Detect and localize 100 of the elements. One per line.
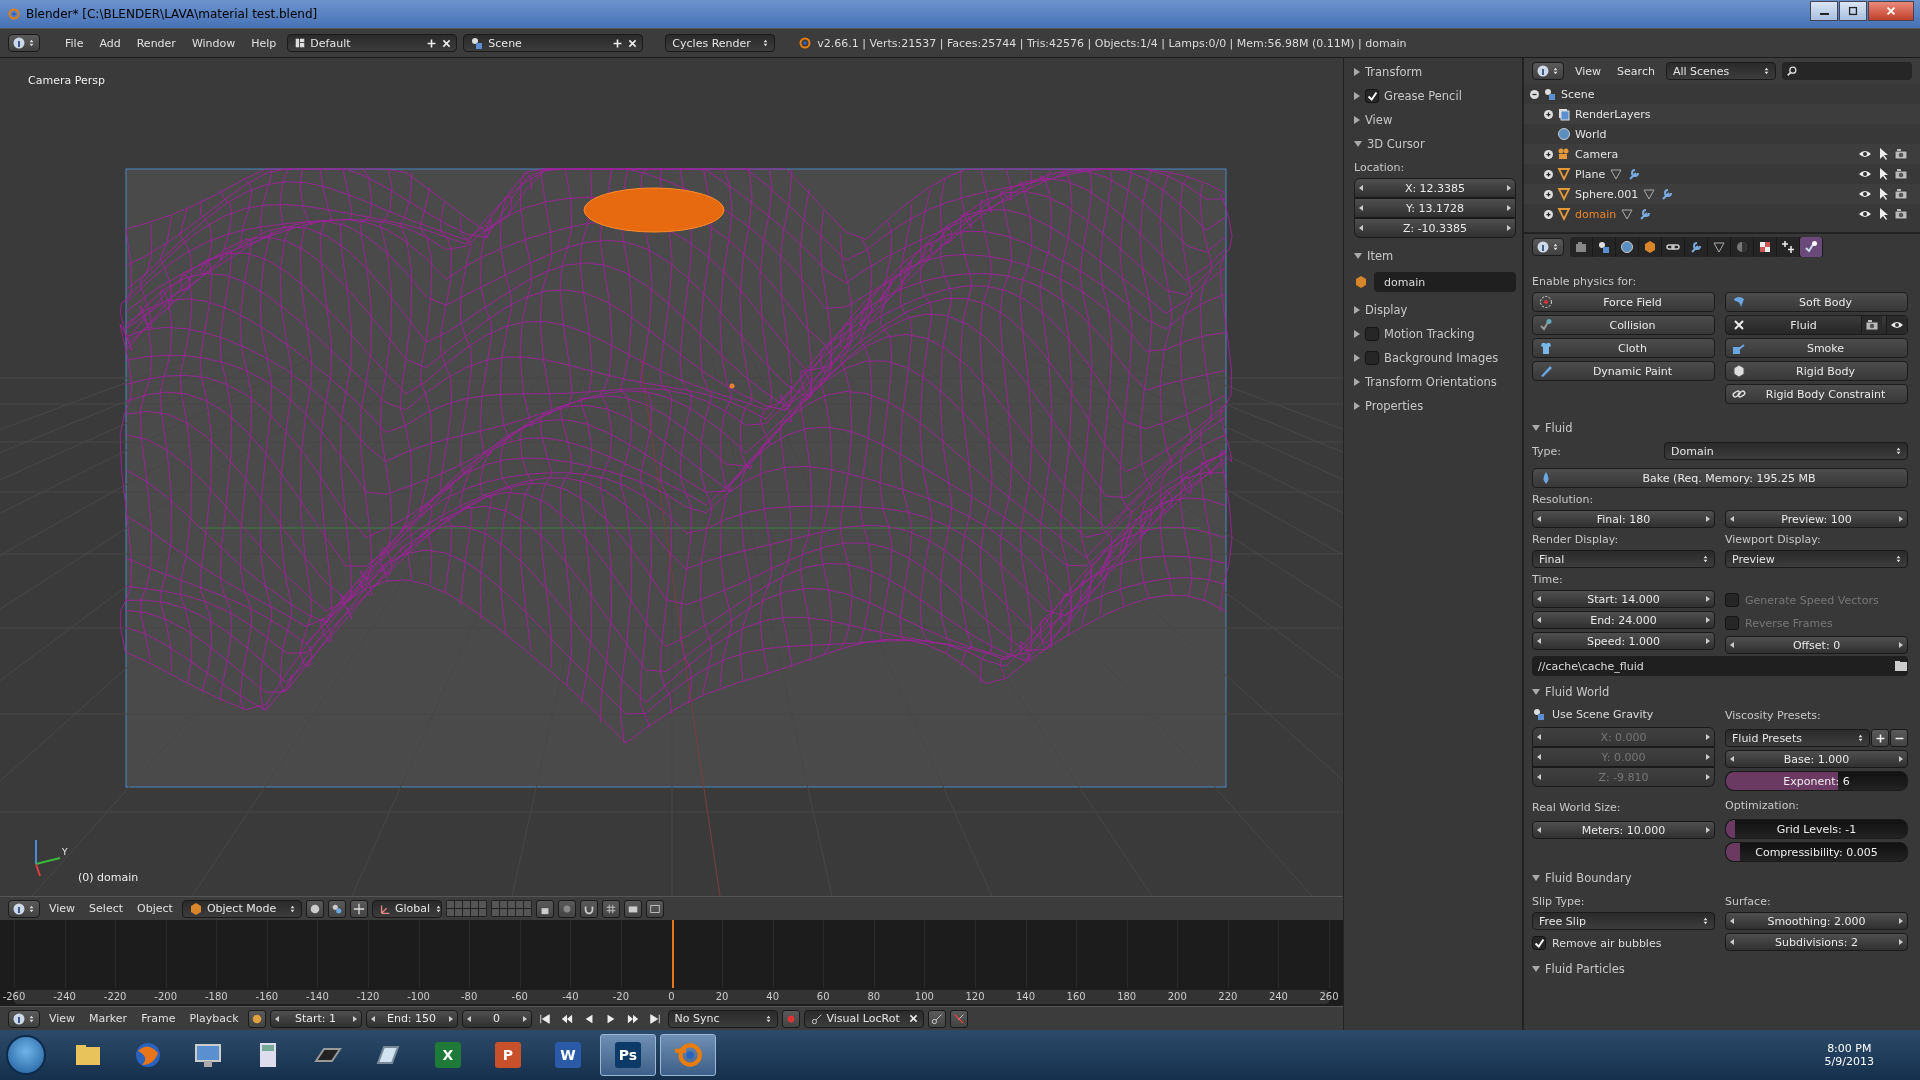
insert-key-button[interactable] bbox=[927, 1009, 946, 1028]
preview-range-button[interactable] bbox=[247, 1009, 266, 1028]
editor-type-button[interactable] bbox=[8, 34, 40, 52]
end-frame-field[interactable]: End: 150 bbox=[365, 1009, 458, 1028]
menu-item[interactable]: Add bbox=[94, 34, 126, 52]
checkbox[interactable] bbox=[1532, 936, 1546, 950]
animation-render-button[interactable] bbox=[645, 899, 664, 918]
number-field[interactable]: Y: 13.1728 bbox=[1354, 198, 1516, 218]
menu-item[interactable]: Render bbox=[131, 34, 181, 52]
menu-item[interactable]: View bbox=[44, 1010, 81, 1027]
number-field[interactable]: Offset: 0 bbox=[1725, 636, 1908, 654]
scene-filter-dropdown[interactable]: All Scenes bbox=[1665, 62, 1776, 80]
menu-item[interactable]: View bbox=[44, 900, 81, 917]
screen-layout-field[interactable]: Default bbox=[287, 34, 458, 52]
panel-title[interactable]: Fluid World bbox=[1545, 685, 1610, 699]
delete-key-button[interactable] bbox=[949, 1009, 968, 1028]
expand-icon[interactable] bbox=[1544, 149, 1553, 159]
physics-button[interactable]: Force Field bbox=[1532, 292, 1715, 312]
disclosure-triangle-icon[interactable] bbox=[1532, 689, 1540, 695]
remove-preset-button[interactable] bbox=[1890, 729, 1908, 747]
disclosure-triangle-icon[interactable] bbox=[1354, 402, 1360, 410]
slider[interactable]: Exponent: 6 bbox=[1725, 771, 1908, 791]
checkbox[interactable] bbox=[1365, 351, 1379, 365]
record-button[interactable] bbox=[781, 1009, 800, 1028]
current-frame-field[interactable]: 0 bbox=[461, 1009, 532, 1028]
editor-type-button[interactable] bbox=[8, 1009, 40, 1028]
panel-title[interactable]: Motion Tracking bbox=[1384, 327, 1475, 341]
disclosure-triangle-icon[interactable] bbox=[1532, 966, 1540, 972]
presets-dropdown[interactable]: Fluid Presets bbox=[1725, 729, 1870, 747]
taskbar-app[interactable]: P bbox=[480, 1034, 536, 1076]
number-field[interactable]: Subdivisions: 2 bbox=[1725, 933, 1908, 951]
menu-item[interactable]: Object bbox=[132, 900, 178, 917]
checkbox[interactable] bbox=[1365, 89, 1379, 103]
disclosure-triangle-icon[interactable] bbox=[1354, 116, 1360, 124]
search-field[interactable] bbox=[1781, 62, 1912, 80]
snap-button[interactable] bbox=[579, 899, 598, 918]
disclosure-triangle-icon[interactable] bbox=[1354, 306, 1360, 314]
disclosure-triangle-icon[interactable] bbox=[1354, 253, 1362, 259]
add-preset-button[interactable] bbox=[1871, 729, 1889, 747]
minimize-button[interactable] bbox=[1810, 1, 1838, 21]
editor-type-button[interactable] bbox=[8, 899, 40, 918]
orientation-dropdown[interactable]: Global bbox=[371, 899, 442, 918]
menu-item[interactable]: Playback bbox=[184, 1010, 244, 1027]
outliner-item[interactable]: World bbox=[1575, 127, 1607, 141]
outliner-item[interactable]: RenderLayers bbox=[1575, 107, 1651, 121]
physics-button[interactable]: Rigid Body bbox=[1725, 361, 1908, 381]
bake-button[interactable]: Bake (Req. Memory: 195.25 MB bbox=[1532, 468, 1908, 488]
expand-icon[interactable] bbox=[1544, 169, 1553, 179]
keying-set-field[interactable]: Visual LocRot bbox=[803, 1009, 924, 1028]
editor-type-button[interactable] bbox=[1532, 238, 1564, 256]
properties-tab[interactable] bbox=[1800, 237, 1823, 257]
number-field[interactable]: Smoothing: 2.000 bbox=[1725, 912, 1908, 930]
number-field[interactable]: Start: 14.000 bbox=[1532, 590, 1715, 608]
menu-item[interactable]: Marker bbox=[84, 1010, 133, 1027]
mode-dropdown[interactable]: Object Mode bbox=[181, 899, 302, 918]
number-field[interactable]: Preview: 100 bbox=[1725, 510, 1908, 528]
panel-title[interactable]: Background Images bbox=[1384, 351, 1499, 365]
disclosure-triangle-icon[interactable] bbox=[1354, 68, 1360, 76]
panel-title[interactable]: 3D Cursor bbox=[1367, 137, 1425, 151]
expand-icon[interactable] bbox=[1544, 209, 1553, 219]
collapse-icon[interactable] bbox=[1530, 89, 1539, 99]
scene-field[interactable]: Scene bbox=[463, 34, 644, 52]
number-field[interactable]: Speed: 1.000 bbox=[1532, 632, 1715, 650]
camera-icon[interactable] bbox=[1894, 147, 1908, 161]
physics-button[interactable]: Soft Body bbox=[1725, 292, 1908, 312]
outliner-item[interactable]: Camera bbox=[1575, 147, 1619, 161]
panel-title[interactable]: Item bbox=[1367, 249, 1394, 263]
disclosure-triangle-icon[interactable] bbox=[1532, 875, 1540, 881]
type-dropdown[interactable]: Domain bbox=[1664, 442, 1908, 460]
menu-item[interactable]: File bbox=[60, 34, 89, 52]
taskbar-app[interactable]: X bbox=[420, 1034, 476, 1076]
menu-item[interactable]: View bbox=[1570, 62, 1607, 80]
cache-path-field[interactable]: //cache\cache_fluid bbox=[1532, 656, 1908, 676]
taskbar-app[interactable]: Ps bbox=[600, 1034, 656, 1076]
playhead[interactable] bbox=[671, 920, 674, 988]
panel-title[interactable]: View bbox=[1365, 113, 1393, 127]
outliner-item[interactable]: Sphere.001 bbox=[1575, 187, 1639, 201]
number-field[interactable]: End: 24.000 bbox=[1532, 611, 1715, 629]
taskbar-app[interactable]: W bbox=[540, 1034, 596, 1076]
render-button[interactable] bbox=[557, 899, 576, 918]
physics-button[interactable]: Rigid Body Constraint bbox=[1725, 384, 1908, 404]
expand-icon[interactable] bbox=[1544, 189, 1553, 199]
outliner-item[interactable]: domain bbox=[1575, 207, 1617, 221]
viewport-display-dropdown[interactable]: Preview bbox=[1725, 550, 1908, 568]
render-engine-dropdown[interactable]: Cycles Render bbox=[665, 34, 776, 52]
outliner-item[interactable]: Plane bbox=[1575, 167, 1606, 181]
panel-title[interactable]: Properties bbox=[1365, 399, 1424, 413]
menu-item[interactable]: Search bbox=[1612, 62, 1660, 80]
camera-icon[interactable] bbox=[1865, 318, 1879, 332]
panel-title[interactable]: Display bbox=[1365, 303, 1408, 317]
number-field[interactable]: X: 12.3385 bbox=[1354, 178, 1516, 198]
pivot-button[interactable] bbox=[327, 899, 346, 918]
panel-title[interactable]: Fluid Boundary bbox=[1545, 871, 1632, 885]
number-field[interactable]: Base: 1.000 bbox=[1725, 750, 1908, 768]
panel-title[interactable]: Fluid bbox=[1545, 421, 1573, 435]
editor-type-button[interactable] bbox=[1532, 62, 1564, 80]
close-button[interactable] bbox=[1868, 1, 1914, 21]
panel-title[interactable]: Transform Orientations bbox=[1365, 375, 1497, 389]
physics-button[interactable]: Dynamic Paint bbox=[1532, 361, 1715, 381]
sync-dropdown[interactable]: No Sync bbox=[667, 1009, 778, 1028]
